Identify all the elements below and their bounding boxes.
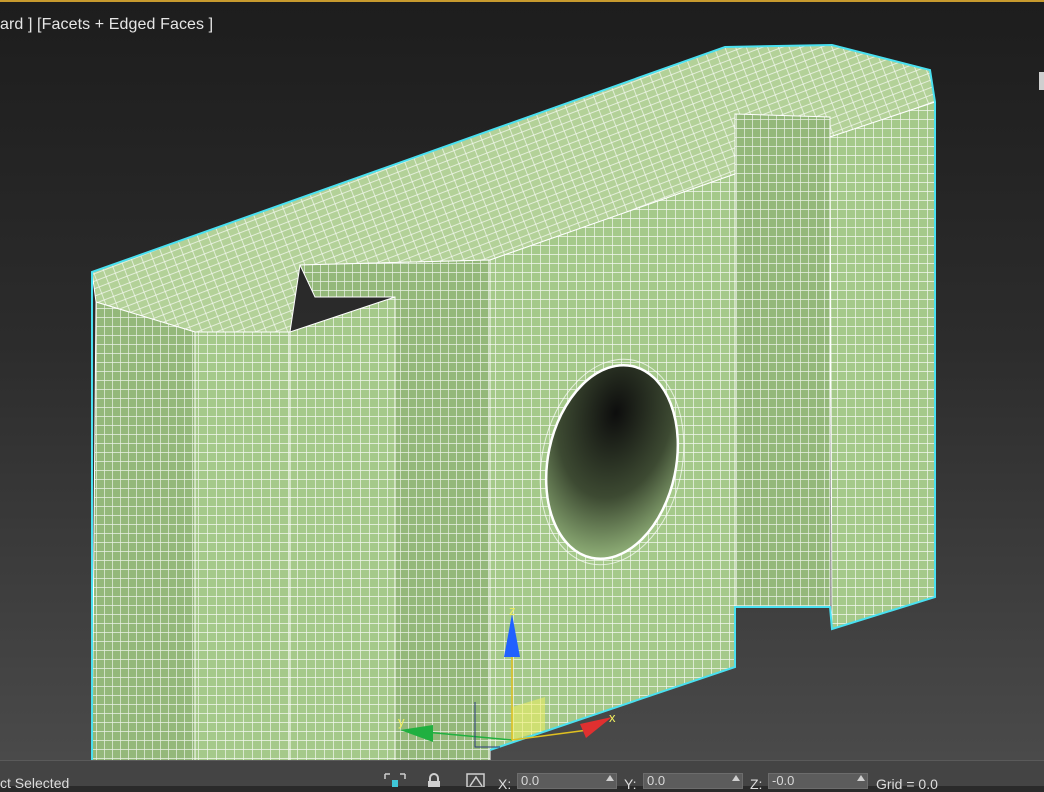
z-coord-field[interactable]: -0.0 [768, 773, 868, 789]
viewport-scroll-handle[interactable] [1039, 72, 1044, 90]
x-coord-field[interactable]: 0.0 [517, 773, 617, 789]
absolute-mode-icon[interactable] [466, 773, 486, 788]
x-coord-label: X: [498, 776, 512, 792]
gizmo-y-label: y [398, 714, 405, 729]
grid-readout: Grid = 0.0 [876, 776, 938, 792]
z-coord-label: Z: [750, 776, 763, 792]
mesh-angled-face [289, 296, 396, 760]
status-bar: ct Selected X: 0.0 Y: 0.0 Z: -0.0 Grid =… [0, 760, 1044, 792]
lock-icon[interactable] [425, 773, 443, 787]
x-spinner-icon[interactable] [606, 775, 614, 781]
mesh-right-slot-face [734, 113, 831, 608]
viewport[interactable]: x y z ard ] [Facets + Edged Faces ] [0, 0, 1044, 760]
gizmo-x-arrow[interactable] [580, 717, 612, 738]
viewport-label[interactable]: ard ] [Facets + Edged Faces ] [0, 16, 213, 34]
selection-lock-icon[interactable] [384, 773, 406, 787]
y-coord-label: Y: [624, 776, 637, 792]
mesh-right-face [829, 101, 936, 630]
gizmo-z-label: z [509, 603, 516, 618]
y-coord-field[interactable]: 0.0 [643, 773, 743, 789]
mesh-left-face [91, 301, 196, 760]
mesh-left-front-face [194, 331, 291, 760]
y-spinner-icon[interactable] [732, 775, 740, 781]
z-spinner-icon[interactable] [857, 775, 865, 781]
selection-status-text: ct Selected [0, 775, 70, 791]
gizmo-x-label: x [609, 710, 616, 725]
viewport-scene[interactable]: x y z [0, 2, 1044, 760]
